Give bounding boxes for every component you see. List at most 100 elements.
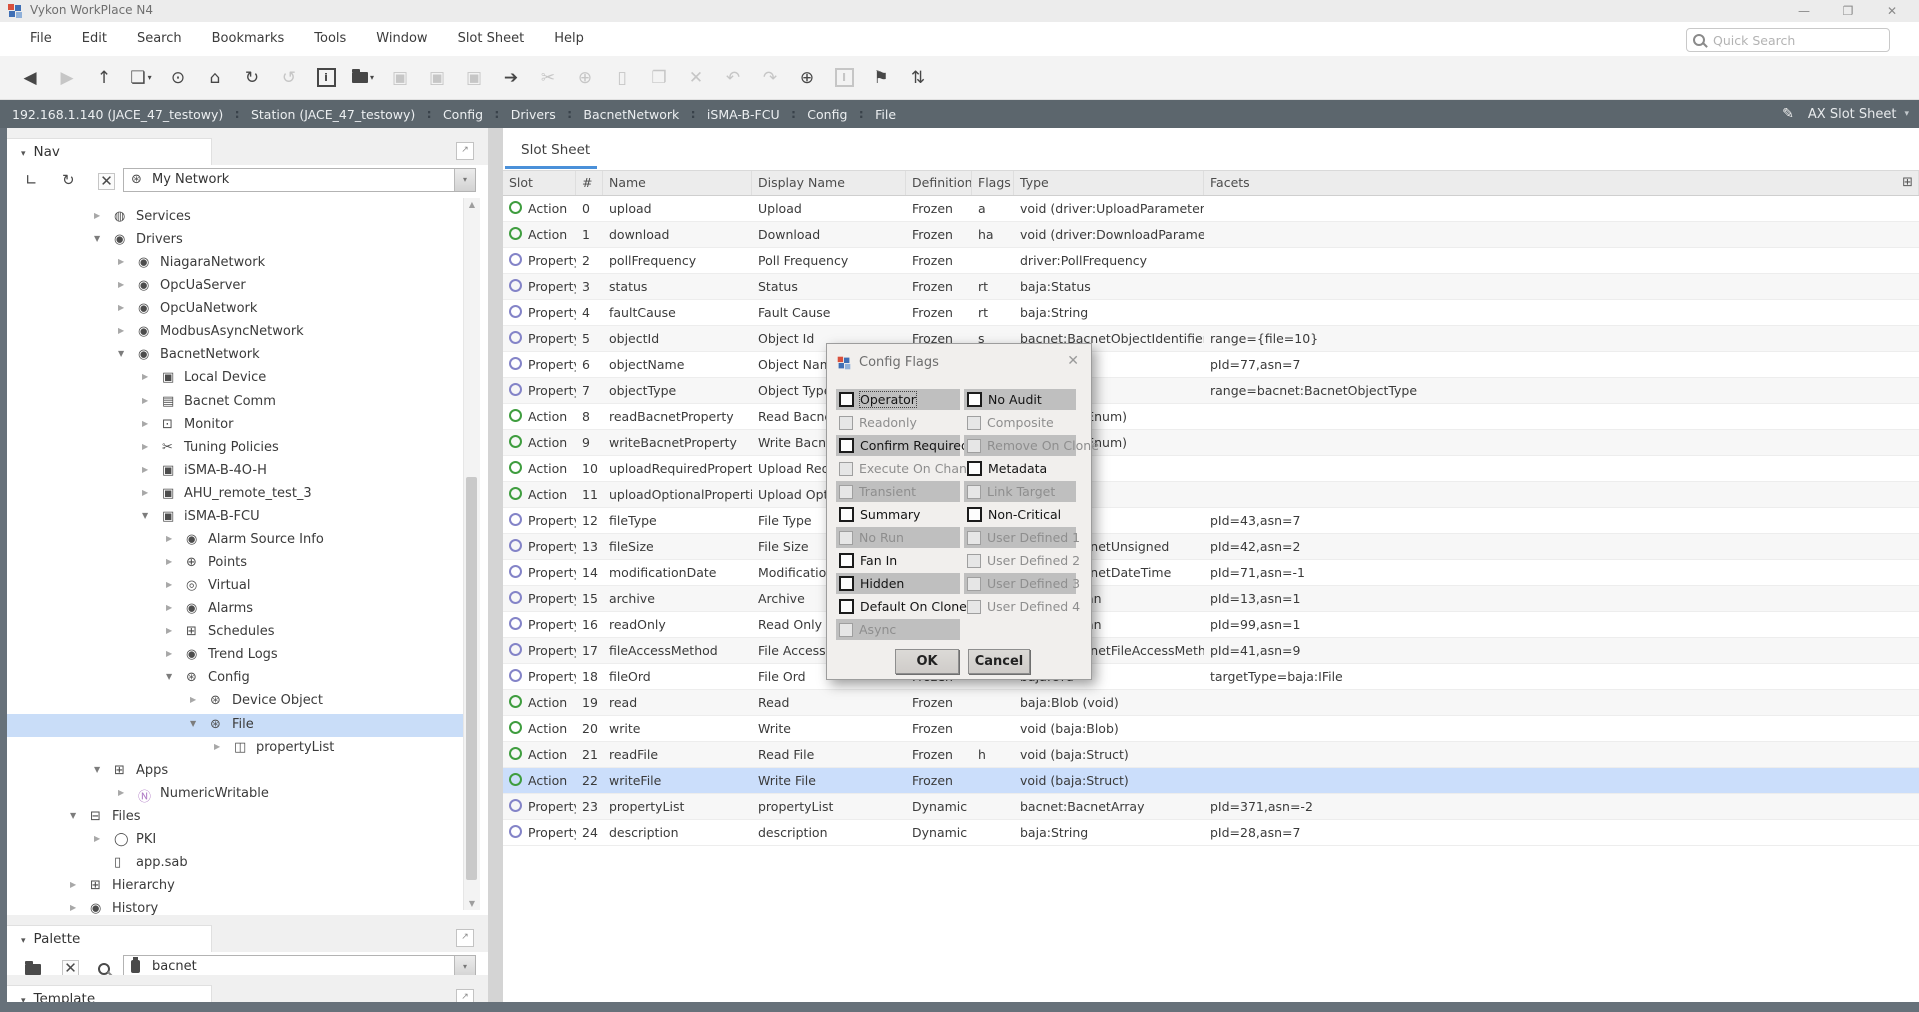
menu-help[interactable]: Help	[554, 22, 584, 56]
nav-item-trend-logs[interactable]: ▶◉Trend Logs	[7, 644, 463, 667]
table-row-writeFile[interactable]: Action22writeFileWrite FileFrozenvoid (b…	[503, 768, 1919, 794]
flag-option-no-audit[interactable]: No Audit	[964, 389, 1076, 410]
chevron-collapsed-icon[interactable]: ▶	[118, 303, 124, 312]
chevron-collapsed-icon[interactable]: ▶	[142, 442, 148, 451]
breadcrumb-item-192-168-1-140-jace-47-testowy[interactable]: 192.168.1.140 (JACE_47_testowy)	[12, 107, 223, 122]
quick-search[interactable]	[1686, 28, 1890, 52]
chevron-collapsed-icon[interactable]: ▶	[94, 834, 100, 843]
reorder-icon[interactable]: ⇅	[904, 64, 932, 92]
add-icon[interactable]: ⊕	[793, 64, 821, 92]
chevron-expanded-icon[interactable]: ▼	[94, 234, 100, 243]
nav-item-history[interactable]: ▶◉History	[7, 898, 463, 915]
popout-icon[interactable]: ↗	[456, 989, 474, 1002]
nav-item-apps[interactable]: ▼⊞Apps	[7, 760, 463, 783]
table-row-writeBacnetProperty[interactable]: Action9writeBacnetPropertyWrite Bacnet P…	[503, 430, 1919, 456]
scroll-down-icon[interactable]: ▼	[464, 899, 480, 908]
table-row-fileOrd[interactable]: Property18fileOrdFile OrdFrozenbaja:Ordt…	[503, 664, 1919, 690]
table-row-fileSize[interactable]: Property13fileSizeFile SizeFrozenbacnet:…	[503, 534, 1919, 560]
menu-file[interactable]: File	[30, 22, 52, 56]
flag-option-default-on-clone[interactable]: Default On Clone	[836, 596, 960, 617]
dialog-close-icon[interactable]: ✕	[1067, 353, 1079, 369]
chevron-collapsed-icon[interactable]: ▶	[166, 557, 172, 566]
nav-item-tuning-policies[interactable]: ▶✂Tuning Policies	[7, 437, 463, 460]
home-icon[interactable]: ⌂	[201, 64, 229, 92]
nav-item-services[interactable]: ▶◍Services	[7, 206, 463, 229]
nav-item-opcuanetwork[interactable]: ▶◉OpcUaNetwork	[7, 298, 463, 321]
table-row-objectId[interactable]: Property5objectIdObject IdFrozensbacnet:…	[503, 326, 1919, 352]
chevron-collapsed-icon[interactable]: ▶	[142, 396, 148, 405]
scrollbar-thumb[interactable]	[466, 477, 477, 880]
column-header-slot[interactable]: Slot	[503, 171, 576, 195]
nav-item-files[interactable]: ▼⊟Files	[7, 806, 463, 829]
chevron-collapsed-icon[interactable]: ▶	[166, 534, 172, 543]
column-header-flags[interactable]: Flags	[972, 171, 1014, 195]
menu-search[interactable]: Search	[137, 22, 182, 56]
menu-slot-sheet[interactable]: Slot Sheet	[458, 22, 525, 56]
column-header-[interactable]: #	[576, 171, 603, 195]
chevron-collapsed-icon[interactable]: ▶	[166, 603, 172, 612]
refresh-icon[interactable]: ↻	[62, 171, 75, 189]
minimize-button[interactable]: —	[1789, 2, 1819, 20]
nav-item-app-sab[interactable]: ▯app.sab	[7, 852, 463, 875]
table-row-status[interactable]: Property3statusStatusFrozenrtbaja:Status	[503, 274, 1919, 300]
template-header-tab[interactable]: ▾Template	[7, 985, 212, 1002]
dialog-title-bar[interactable]: Config Flags ✕	[827, 344, 1091, 384]
chevron-collapsed-icon[interactable]: ▶	[166, 649, 172, 658]
nav-item-points[interactable]: ▶⊕Points	[7, 552, 463, 575]
nav-item-device-object[interactable]: ▶⊛Device Object	[7, 690, 463, 713]
flag-icon[interactable]: ⚑	[867, 64, 895, 92]
table-row-objectType[interactable]: Property7objectTypeObject TypeFrozenbaja…	[503, 378, 1919, 404]
nav-item-bacnetnetwork[interactable]: ▼◉BacnetNetwork	[7, 344, 463, 367]
window-selector-icon[interactable]: ❏▾	[127, 64, 155, 92]
checkbox-no-audit[interactable]	[967, 392, 982, 407]
checkbox-default-on-clone[interactable]	[839, 599, 854, 614]
breadcrumb-item-isma-b-fcu[interactable]: iSMA-B-FCU	[707, 107, 780, 122]
table-row-modificationDate[interactable]: Property14modificationDateModification D…	[503, 560, 1919, 586]
chevron-expanded-icon[interactable]: ▼	[94, 765, 100, 774]
checkbox-summary[interactable]	[839, 507, 854, 522]
table-row-fileType[interactable]: Property12fileTypeFile TypeFrozenbaja:St…	[503, 508, 1919, 534]
chevron-collapsed-icon[interactable]: ▶	[142, 488, 148, 497]
checkbox-non-critical[interactable]	[967, 507, 982, 522]
checkbox-metadata[interactable]	[967, 461, 982, 476]
cancel-button[interactable]: Cancel	[968, 649, 1030, 674]
nav-scrollbar[interactable]: ▲ ▼	[463, 198, 480, 910]
chevron-collapsed-icon[interactable]: ▶	[142, 465, 148, 474]
tab-slot-sheet[interactable]: Slot Sheet	[507, 134, 604, 166]
table-row-readFile[interactable]: Action21readFileRead FileFrozenhvoid (ba…	[503, 742, 1919, 768]
nav-item-ahu-remote-test-3[interactable]: ▶▣AHU_remote_test_3	[7, 483, 463, 506]
chevron-expanded-icon[interactable]: ▼	[118, 349, 124, 358]
chevron-collapsed-icon[interactable]: ▶	[94, 211, 100, 220]
flag-option-confirm-required[interactable]: Confirm Required	[836, 435, 960, 456]
flag-option-operator[interactable]: Operator	[836, 389, 960, 410]
breadcrumb-item-bacnetnetwork[interactable]: BacnetNetwork	[583, 107, 679, 122]
table-row-write[interactable]: Action20writeWriteFrozenvoid (baja:Blob)	[503, 716, 1919, 742]
table-row-upload[interactable]: Action0uploadUploadFrozenavoid (driver:U…	[503, 196, 1919, 222]
breadcrumb-item-config[interactable]: Config	[807, 107, 847, 122]
nav-item-propertylist[interactable]: ▶◫propertyList	[7, 737, 463, 760]
quick-search-input[interactable]	[1711, 32, 1875, 49]
flag-option-metadata[interactable]: Metadata	[964, 458, 1076, 479]
restore-button[interactable]: ❐	[1833, 2, 1863, 20]
chevron-collapsed-icon[interactable]: ▶	[70, 903, 76, 912]
chevron-collapsed-icon[interactable]: ▶	[70, 880, 76, 889]
nav-item-alarms[interactable]: ▶◉Alarms	[7, 598, 463, 621]
nav-item-virtual[interactable]: ▶◎Virtual	[7, 575, 463, 598]
panel-divider[interactable]	[488, 128, 503, 1002]
palette-header-tab[interactable]: ▾Palette	[7, 925, 212, 952]
chevron-collapsed-icon[interactable]: ▶	[118, 257, 124, 266]
table-row-download[interactable]: Action1downloadDownloadFrozenhavoid (dri…	[503, 222, 1919, 248]
ok-button[interactable]: OK	[895, 649, 959, 674]
table-row-uploadOptionalProperties[interactable]: Action11uploadOptionalPropertiesUpload O…	[503, 482, 1919, 508]
refresh-icon[interactable]: ↻	[238, 64, 266, 92]
new-tree-icon[interactable]: ∟	[25, 171, 38, 189]
nav-item-config[interactable]: ▼⊛Config	[7, 667, 463, 690]
chevron-collapsed-icon[interactable]: ▶	[142, 419, 148, 428]
nav-item-pki[interactable]: ▶◯PKI	[7, 829, 463, 852]
table-row-faultCause[interactable]: Property4faultCauseFault CauseFrozenrtba…	[503, 300, 1919, 326]
checkbox-operator[interactable]	[839, 392, 854, 407]
column-header-type[interactable]: Type	[1014, 171, 1204, 195]
breadcrumb-item-station-jace-47-testowy[interactable]: Station (JACE_47_testowy)	[251, 107, 415, 122]
chevron-collapsed-icon[interactable]: ▶	[118, 280, 124, 289]
nav-item-bacnet-comm[interactable]: ▶▤Bacnet Comm	[7, 391, 463, 414]
